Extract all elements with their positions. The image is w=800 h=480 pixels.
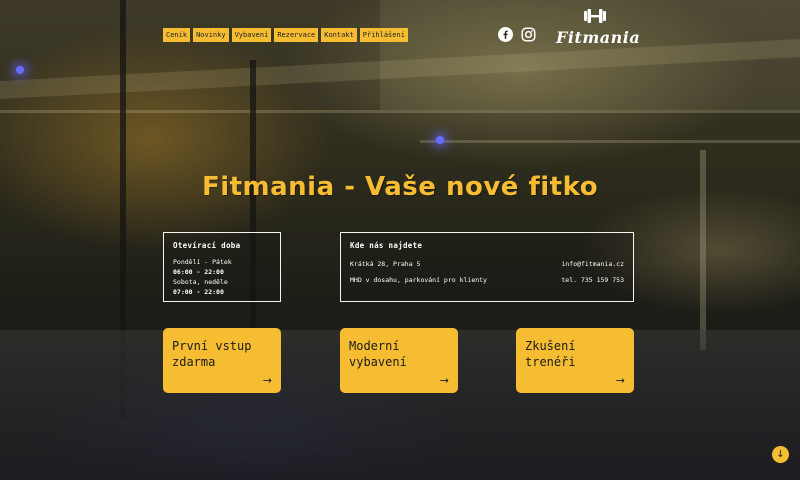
transport-text: MHD v dosahu, parkování pro klienty [350,276,487,284]
phone-link[interactable]: tel. 735 159 753 [561,275,624,285]
opening-hours-box: Otevírací doba Pondělí - Pátek 06:00 - 2… [163,232,281,302]
arrow-right-icon: → [262,374,272,387]
weekend-label: Sobota, neděle [173,278,228,286]
card-title: Zkušení trenéři [525,339,576,369]
location-left-column: Krátká 28, Praha 5 MHD v dosahu, parková… [350,259,487,285]
card-title: Moderní vybavení [349,339,407,369]
location-title: Kde nás najdete [350,241,423,250]
main-nav: Ceník Novinky Vybavení Rezervace Kontakt… [163,28,408,42]
location-right-column: info@fitmania.cz tel. 735 159 753 [561,259,624,285]
nav-item-vybaveni[interactable]: Vybavení [231,28,272,42]
weekend-time: 07:00 - 22:00 [173,288,224,296]
arrow-right-icon: → [615,374,625,387]
nav-item-rezervace[interactable]: Rezervace [274,28,319,42]
nav-item-kontakt[interactable]: Kontakt [321,28,357,42]
social-links [498,27,536,42]
ceiling-light [436,136,444,144]
nav-item-prihlaseni[interactable]: Přihlášení [359,28,408,42]
arrow-right-icon: → [439,374,449,387]
dumbbell-icon [584,9,606,23]
nav-item-cenik[interactable]: Ceník [163,28,191,42]
scroll-down-button[interactable]: ↓ [772,446,789,463]
card-experienced-trainers[interactable]: Zkušení trenéři → [516,328,634,393]
hero-headline: Fitmania - Vaše nové fitko [201,172,599,202]
ceiling-light [16,66,24,74]
instagram-icon[interactable] [521,27,536,42]
facebook-icon[interactable] [498,27,513,42]
site-logo[interactable]: Fitmania [556,8,641,48]
nav-item-novinky[interactable]: Novinky [193,28,229,42]
logo-text: Fitmania [556,28,641,47]
gym-rack-post [250,60,256,360]
opening-hours-title: Otevírací doba [173,241,241,250]
card-modern-equipment[interactable]: Moderní vybavení → [340,328,458,393]
location-box: Kde nás najdete Krátká 28, Praha 5 MHD v… [340,232,634,302]
weekday-time: 06:00 - 22:00 [173,268,224,276]
card-first-entry-free[interactable]: První vstup zdarma → [163,328,281,393]
email-link[interactable]: info@fitmania.cz [561,259,624,269]
weekday-label: Pondělí - Pátek [173,258,232,266]
address-text: Krátká 28, Praha 5 [350,260,421,268]
card-title: První vstup zdarma [172,339,252,369]
background-rail [420,140,800,143]
